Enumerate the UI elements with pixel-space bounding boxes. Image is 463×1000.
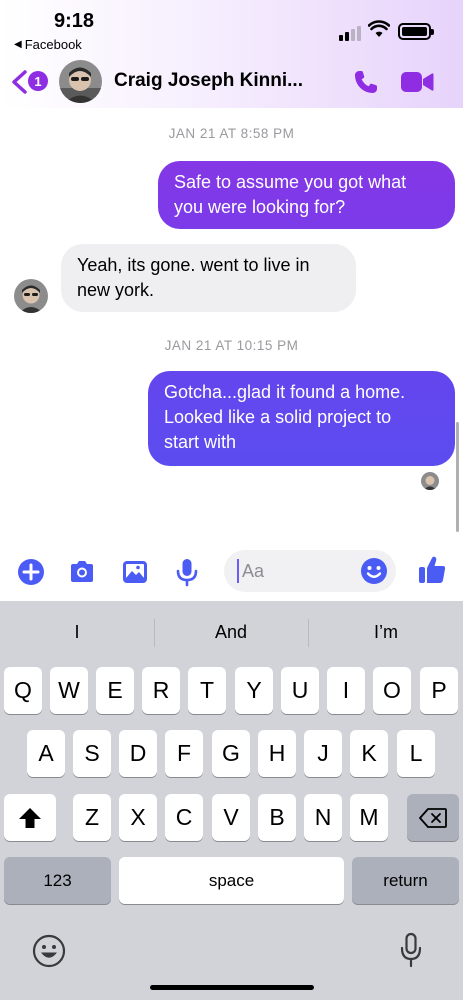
status-time: 9:18 xyxy=(54,10,95,32)
keyboard-emoji-icon[interactable] xyxy=(32,934,66,968)
key-f[interactable]: F xyxy=(165,730,203,777)
backspace-icon xyxy=(419,807,447,828)
message-line: start with xyxy=(164,432,237,452)
incoming-message[interactable]: Yeah, its gone. went to live in new york… xyxy=(61,244,356,312)
text-cursor xyxy=(237,559,239,583)
key-n[interactable]: N xyxy=(304,794,342,841)
shift-arrow-icon xyxy=(19,807,41,828)
message-line: you were looking for? xyxy=(174,197,346,217)
phone-icon[interactable] xyxy=(352,68,380,96)
contact-avatar-small[interactable] xyxy=(14,279,48,313)
thumbs-up-icon[interactable] xyxy=(417,554,447,586)
contact-name[interactable]: Craig Joseph Kinni... xyxy=(114,70,303,92)
wifi-icon xyxy=(368,20,390,37)
key-b[interactable]: B xyxy=(258,794,296,841)
key-s[interactable]: S xyxy=(73,730,111,777)
suggestion-2[interactable]: And xyxy=(156,622,306,643)
key-m[interactable]: M xyxy=(350,794,388,841)
shift-key[interactable] xyxy=(4,794,56,841)
message-timestamp: JAN 21 AT 10:15 PM xyxy=(164,338,299,353)
outgoing-message[interactable]: Gotcha...glad it found a home. Looked li… xyxy=(148,371,455,466)
key-i[interactable]: I xyxy=(327,667,365,714)
key-d[interactable]: D xyxy=(119,730,157,777)
microphone-icon[interactable] xyxy=(172,557,202,587)
image-icon[interactable] xyxy=(120,557,150,587)
message-line: Safe to assume you got what xyxy=(174,172,407,192)
key-p[interactable]: P xyxy=(420,667,458,714)
key-w[interactable]: W xyxy=(50,667,88,714)
key-e[interactable]: E xyxy=(96,667,134,714)
numbers-key[interactable]: 123 xyxy=(4,857,111,904)
suggestion-divider xyxy=(154,619,155,647)
suggestion-divider xyxy=(308,619,309,647)
message-input-placeholder: Aa xyxy=(242,561,265,581)
key-u[interactable]: U xyxy=(281,667,319,714)
delete-key[interactable] xyxy=(407,794,459,841)
key-t[interactable]: T xyxy=(188,667,226,714)
message-timestamp: JAN 21 AT 8:58 PM xyxy=(168,126,295,141)
key-l[interactable]: L xyxy=(397,730,435,777)
battery-icon xyxy=(398,23,434,40)
scrollbar[interactable] xyxy=(456,422,459,532)
key-r[interactable]: R xyxy=(142,667,180,714)
space-key[interactable]: space xyxy=(119,857,344,904)
key-a[interactable]: A xyxy=(27,730,65,777)
cellular-signal-icon xyxy=(339,26,361,41)
suggestion-1[interactable]: I xyxy=(2,622,152,643)
back-to-app-link[interactable]: ◀ Facebook xyxy=(14,37,82,52)
camera-icon[interactable] xyxy=(67,557,97,587)
key-o[interactable]: O xyxy=(373,667,411,714)
message-line: Looked like a solid project to xyxy=(164,407,392,427)
key-q[interactable]: Q xyxy=(4,667,42,714)
message-line: new york. xyxy=(77,280,155,300)
key-j[interactable]: J xyxy=(304,730,342,777)
home-indicator[interactable] xyxy=(150,985,314,990)
back-app-arrow-icon: ◀ xyxy=(14,39,22,50)
key-g[interactable]: G xyxy=(212,730,250,777)
key-k[interactable]: K xyxy=(350,730,388,777)
plus-icon[interactable] xyxy=(16,557,46,587)
emoji-icon[interactable] xyxy=(360,557,388,585)
message-line: Yeah, its gone. went to live in xyxy=(77,255,310,275)
seen-receipt-avatar xyxy=(421,472,439,490)
key-x[interactable]: X xyxy=(119,794,157,841)
outgoing-message[interactable]: Safe to assume you got what you were loo… xyxy=(158,161,455,229)
back-app-label: Facebook xyxy=(24,37,82,52)
key-z[interactable]: Z xyxy=(73,794,111,841)
suggestion-3[interactable]: I’m xyxy=(311,622,461,643)
key-h[interactable]: H xyxy=(258,730,296,777)
key-y[interactable]: Y xyxy=(235,667,273,714)
message-line: Gotcha...glad it found a home. xyxy=(164,382,406,402)
key-c[interactable]: C xyxy=(165,794,203,841)
back-chevron-icon[interactable] xyxy=(10,69,28,95)
contact-avatar[interactable] xyxy=(59,60,102,103)
video-camera-icon[interactable] xyxy=(400,70,434,94)
unread-count-badge[interactable]: 1 xyxy=(28,71,48,91)
return-key[interactable]: return xyxy=(352,857,459,904)
key-v[interactable]: V xyxy=(212,794,250,841)
dictation-microphone-icon[interactable] xyxy=(399,932,423,968)
